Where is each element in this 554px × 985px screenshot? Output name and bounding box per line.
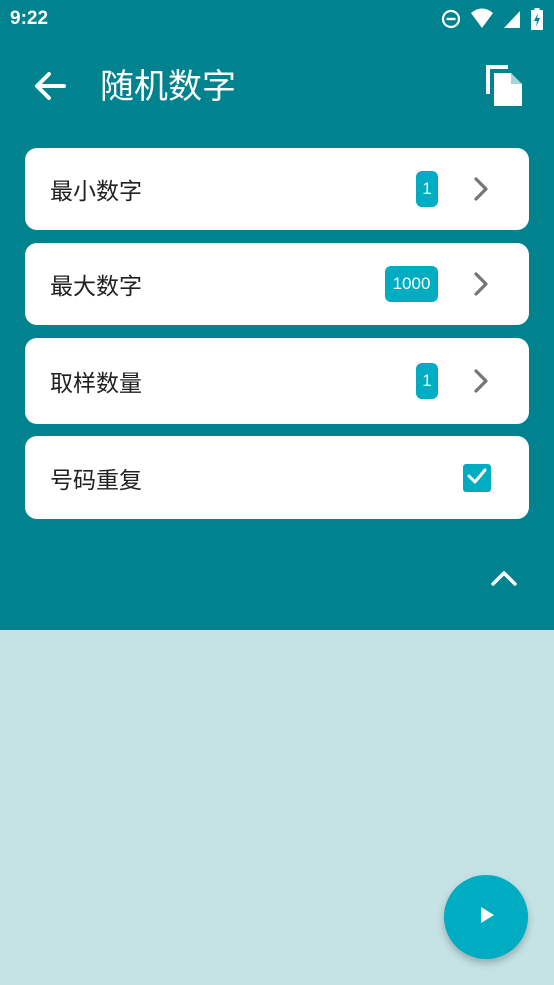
min-number-row[interactable]: 最小数字 1: [25, 148, 529, 230]
sample-count-badge: 1: [416, 363, 438, 399]
collapse-button[interactable]: [484, 560, 524, 600]
signal-icon: [502, 7, 522, 31]
copy-icon: [482, 60, 526, 112]
chevron-up-icon: [489, 568, 519, 592]
sample-count-label: 取样数量: [50, 371, 142, 397]
max-number-label: 最大数字: [50, 274, 142, 300]
status-time: 9:22: [10, 8, 49, 29]
settings-panel: 9:22 随机数字 最小数字 1 最大数字 1000 取样数量 1 号码重复: [0, 0, 554, 630]
min-number-label: 最小数字: [50, 179, 142, 205]
chevron-right-icon: [469, 367, 493, 395]
allow-repeat-label: 号码重复: [50, 467, 142, 494]
chevron-right-icon: [469, 270, 493, 298]
status-bar: 9:22: [0, 0, 554, 38]
allow-repeat-row[interactable]: 号码重复: [25, 436, 529, 519]
page-title: 随机数字: [100, 67, 236, 107]
arrow-back-icon: [30, 66, 70, 110]
play-icon: [474, 903, 498, 931]
max-number-row[interactable]: 最大数字 1000: [25, 243, 529, 325]
checkmark-icon: [466, 465, 488, 491]
generate-button[interactable]: [444, 875, 528, 959]
copy-button[interactable]: [476, 58, 532, 114]
back-button[interactable]: [24, 62, 76, 114]
sample-count-row[interactable]: 取样数量 1: [25, 338, 529, 424]
max-number-badge: 1000: [385, 266, 438, 302]
chevron-right-icon: [469, 175, 493, 203]
do-not-disturb-icon: [440, 7, 462, 31]
app-bar: 随机数字: [0, 38, 554, 138]
min-number-badge: 1: [416, 171, 438, 207]
status-icons: [440, 7, 544, 31]
wifi-icon: [470, 7, 494, 31]
battery-charging-icon: [530, 7, 544, 31]
allow-repeat-checkbox[interactable]: [463, 463, 491, 492]
